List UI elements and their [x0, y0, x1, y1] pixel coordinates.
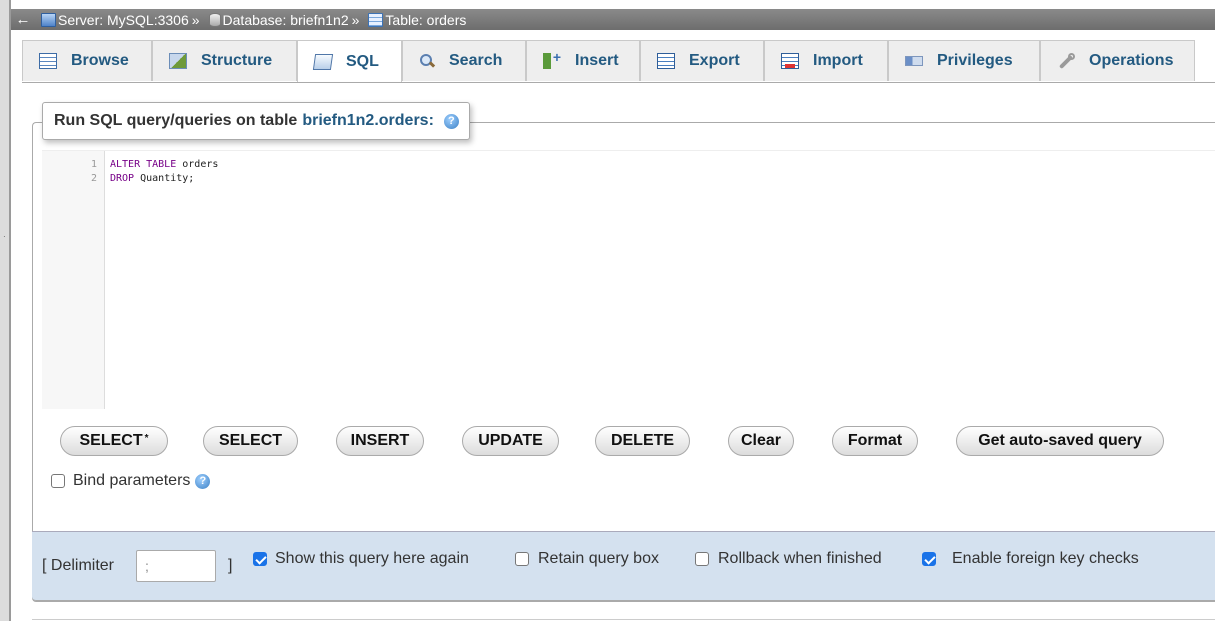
sql-text: Quantity;	[134, 173, 195, 184]
database-icon	[208, 12, 221, 27]
select-star-button[interactable]: SELECT *	[60, 426, 168, 456]
operations-icon	[1057, 53, 1075, 69]
retain-query-box-checkbox[interactable]	[515, 552, 529, 566]
help-icon[interactable]: ?	[195, 473, 211, 489]
rollback-when-finished-checkbox[interactable]	[695, 552, 709, 566]
breadcrumb-server[interactable]: Server: MySQL:3306	[58, 12, 189, 28]
select-button[interactable]: SELECT	[203, 426, 298, 456]
left-arrow-icon[interactable]: ←	[11, 11, 35, 28]
collapse-handle-icon[interactable]: ·	[3, 233, 6, 241]
tab-insert[interactable]: Insert	[526, 40, 640, 81]
delimiter-close-bracket: ]	[228, 557, 233, 574]
bind-parameters-option: Bind parameters ?	[51, 472, 211, 490]
browse-icon	[39, 53, 57, 69]
rollback-when-finished-label: Rollback when finished	[718, 550, 882, 567]
asterisk: *	[144, 432, 149, 444]
tab-label: Operations	[1089, 52, 1174, 69]
tab-label: Export	[689, 52, 740, 69]
tab-sql[interactable]: SQL	[297, 40, 402, 82]
select-star-label: SELECT	[79, 432, 143, 449]
frame-divider[interactable]	[9, 0, 11, 621]
query-panel-title-text: Run SQL query/queries on table	[54, 112, 298, 129]
tab-browse[interactable]: Browse	[22, 40, 152, 81]
bind-parameters-checkbox[interactable]	[51, 474, 65, 488]
tab-privileges[interactable]: Privileges	[888, 40, 1040, 81]
delete-button[interactable]: DELETE	[595, 426, 690, 456]
sql-keyword: ALTER TABLE	[110, 159, 177, 170]
rollback-when-finished-option: Rollback when finished	[695, 550, 882, 568]
breadcrumb: ← Server: MySQL:3306 » Database: briefn1…	[11, 9, 1215, 30]
tab-bar: Browse Structure SQL Search Insert Expor…	[22, 40, 1215, 83]
tab-label: Import	[813, 52, 863, 69]
tab-import[interactable]: Import	[764, 40, 888, 81]
format-button[interactable]: Format	[832, 426, 918, 456]
line-number: 2	[90, 173, 97, 184]
breadcrumb-separator: »	[191, 11, 200, 28]
tab-label: Structure	[201, 52, 273, 69]
delimiter-input[interactable]	[136, 550, 216, 582]
structure-icon	[169, 53, 187, 69]
breadcrumb-table[interactable]: Table: orders	[385, 12, 466, 28]
show-query-again-label: Show this query here again	[275, 550, 469, 567]
divider	[32, 619, 1215, 620]
show-query-again-option: Show this query here again	[253, 550, 469, 568]
tab-label: Insert	[575, 52, 619, 69]
query-panel-title: Run SQL query/queries on table briefn1n2…	[42, 102, 470, 140]
delimiter-label: [ Delimiter	[42, 557, 115, 574]
privileges-icon	[905, 56, 923, 66]
insert-button[interactable]: INSERT	[336, 426, 424, 456]
sql-keyword: DROP	[110, 173, 135, 184]
server-icon	[41, 12, 56, 27]
insert-icon	[543, 49, 561, 69]
foreign-key-checks-label: Enable foreign key checks	[952, 550, 1139, 567]
line-number-gutter: 1 2	[42, 151, 105, 409]
left-frame-strip: ·	[0, 0, 11, 621]
code-line[interactable]: ALTER TABLE orders	[110, 159, 218, 170]
retain-query-box-option: Retain query box	[515, 550, 659, 568]
line-number: 1	[90, 159, 97, 170]
breadcrumb-database[interactable]: Database: briefn1n2	[223, 12, 349, 28]
update-button[interactable]: UPDATE	[462, 426, 559, 456]
sql-editor[interactable]: 1 2 ALTER TABLE orders DROP Quantity;	[42, 150, 1215, 409]
tab-label: Privileges	[937, 52, 1013, 69]
tab-export[interactable]: Export	[640, 40, 764, 81]
get-auto-saved-query-button[interactable]: Get auto-saved query	[956, 426, 1164, 456]
search-icon	[419, 53, 435, 69]
tab-label: Browse	[71, 52, 129, 69]
foreign-key-checks-checkbox[interactable]	[922, 552, 936, 566]
bind-parameters-label: Bind parameters	[73, 472, 191, 489]
show-query-again-checkbox[interactable]	[253, 552, 267, 566]
breadcrumb-separator: »	[351, 11, 360, 28]
sql-text: orders	[176, 159, 219, 170]
import-icon	[781, 53, 799, 69]
query-panel-table-name[interactable]: briefn1n2.orders:	[302, 112, 434, 130]
table-icon	[368, 12, 384, 27]
tab-operations[interactable]: Operations	[1040, 40, 1195, 81]
clear-button[interactable]: Clear	[728, 426, 794, 456]
retain-query-box-label: Retain query box	[538, 550, 659, 567]
tab-label: Search	[449, 52, 503, 69]
foreign-key-checks-option: Enable foreign key checks	[922, 550, 1139, 568]
tab-search[interactable]: Search	[402, 40, 526, 81]
sql-icon	[312, 53, 334, 70]
help-icon[interactable]: ?	[443, 113, 459, 129]
export-icon	[657, 53, 675, 69]
tab-label: SQL	[346, 52, 379, 70]
tab-structure[interactable]: Structure	[152, 40, 297, 81]
code-line[interactable]: DROP Quantity;	[110, 173, 194, 184]
